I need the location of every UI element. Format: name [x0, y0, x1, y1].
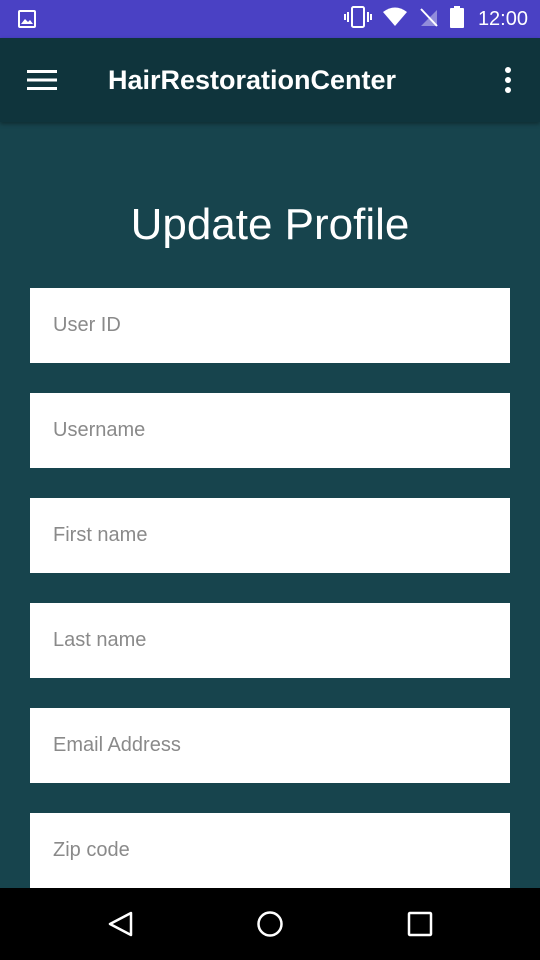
recents-icon[interactable] [398, 902, 442, 946]
status-time: 12:00 [477, 7, 528, 30]
hamburger-menu-icon[interactable] [22, 64, 62, 96]
home-icon[interactable] [248, 902, 292, 946]
username-field[interactable] [30, 393, 510, 468]
wifi-icon [382, 7, 408, 32]
app-bar: HairRestorationCenter [0, 38, 540, 122]
vibrate-icon [343, 5, 372, 33]
navigation-bar [0, 888, 540, 960]
status-bar: 12:00 [0, 0, 540, 38]
back-icon[interactable] [98, 902, 142, 946]
page-title: Update Profile [130, 200, 410, 249]
app-title: HairRestorationCenter [108, 65, 397, 95]
more-vert-icon[interactable] [496, 62, 520, 98]
zip-code-field[interactable] [30, 813, 510, 888]
image-icon [18, 10, 36, 28]
first-name-field[interactable] [30, 498, 510, 573]
user-id-field[interactable] [30, 288, 510, 363]
no-sim-icon [418, 6, 440, 33]
battery-icon [449, 5, 464, 33]
email-address-field[interactable] [30, 708, 510, 783]
last-name-field[interactable] [30, 603, 510, 678]
